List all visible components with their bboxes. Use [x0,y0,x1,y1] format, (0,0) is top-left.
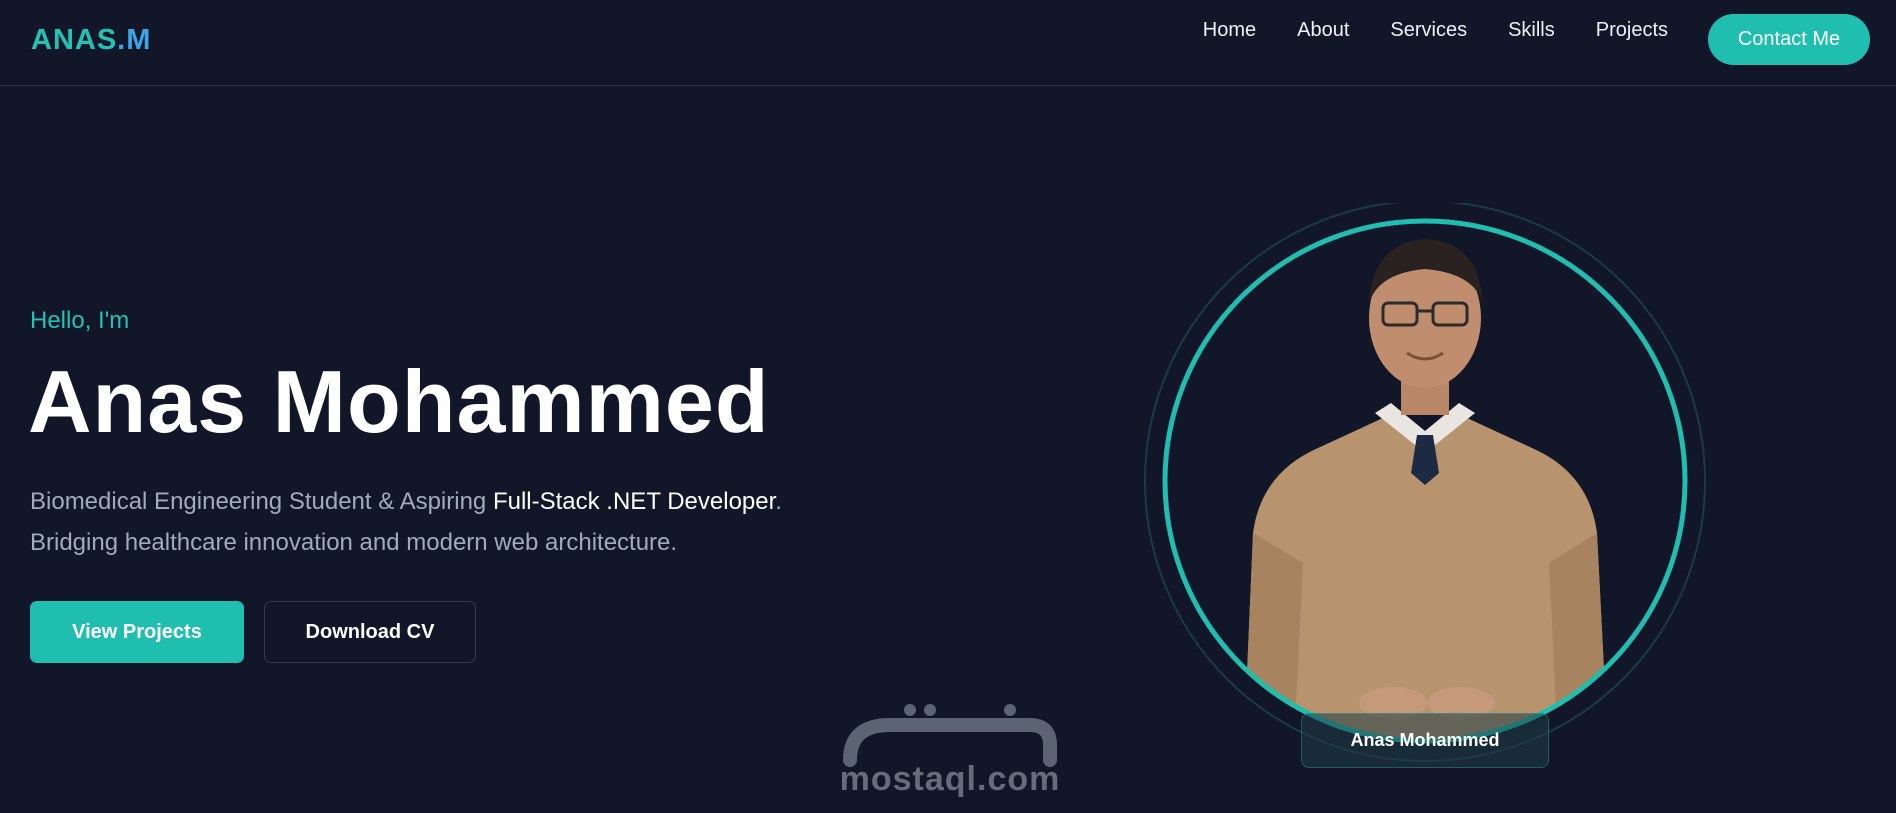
tagline-line2: Bridging healthcare innovation and moder… [30,529,678,556]
page: ANAS.M Home About Services Skills Projec… [0,0,1896,813]
contact-me-button[interactable]: Contact Me [1708,14,1870,65]
portrait-illustration [1144,203,1706,762]
logo[interactable]: ANAS.M [31,24,151,57]
hero-tagline: Biomedical Engineering Student & Aspirin… [30,481,930,563]
tagline-part1: Biomedical Engineering Student & Aspirin… [30,488,493,515]
logo-main: ANAS [31,24,118,56]
nav-link-projects[interactable]: Projects [1596,17,1668,43]
tagline-part2: . [775,488,782,515]
portrait-name-card: Anas Mohammed [1301,713,1549,768]
download-cv-button[interactable]: Download CV [264,601,476,663]
nav-link-about[interactable]: About [1297,17,1349,43]
nav-link-skills[interactable]: Skills [1508,17,1555,43]
tagline-highlight: Full-Stack .NET Developer [492,488,776,515]
navbar: ANAS.M Home About Services Skills Projec… [0,0,1896,86]
portrait-photo [1243,239,1609,741]
hero-greeting: Hello, I'm [30,307,130,334]
nav-link-services[interactable]: Services [1390,17,1467,43]
logo-suffix: .M [117,24,152,56]
view-projects-button[interactable]: View Projects [30,601,244,663]
portrait-frame [1143,203,1707,767]
hero-name: Anas Mohammed [28,352,770,451]
nav-links: Home About Services Skills Projects [1203,17,1668,43]
nav-link-home[interactable]: Home [1203,17,1256,43]
watermark-text: mostaql.com [839,760,1061,798]
